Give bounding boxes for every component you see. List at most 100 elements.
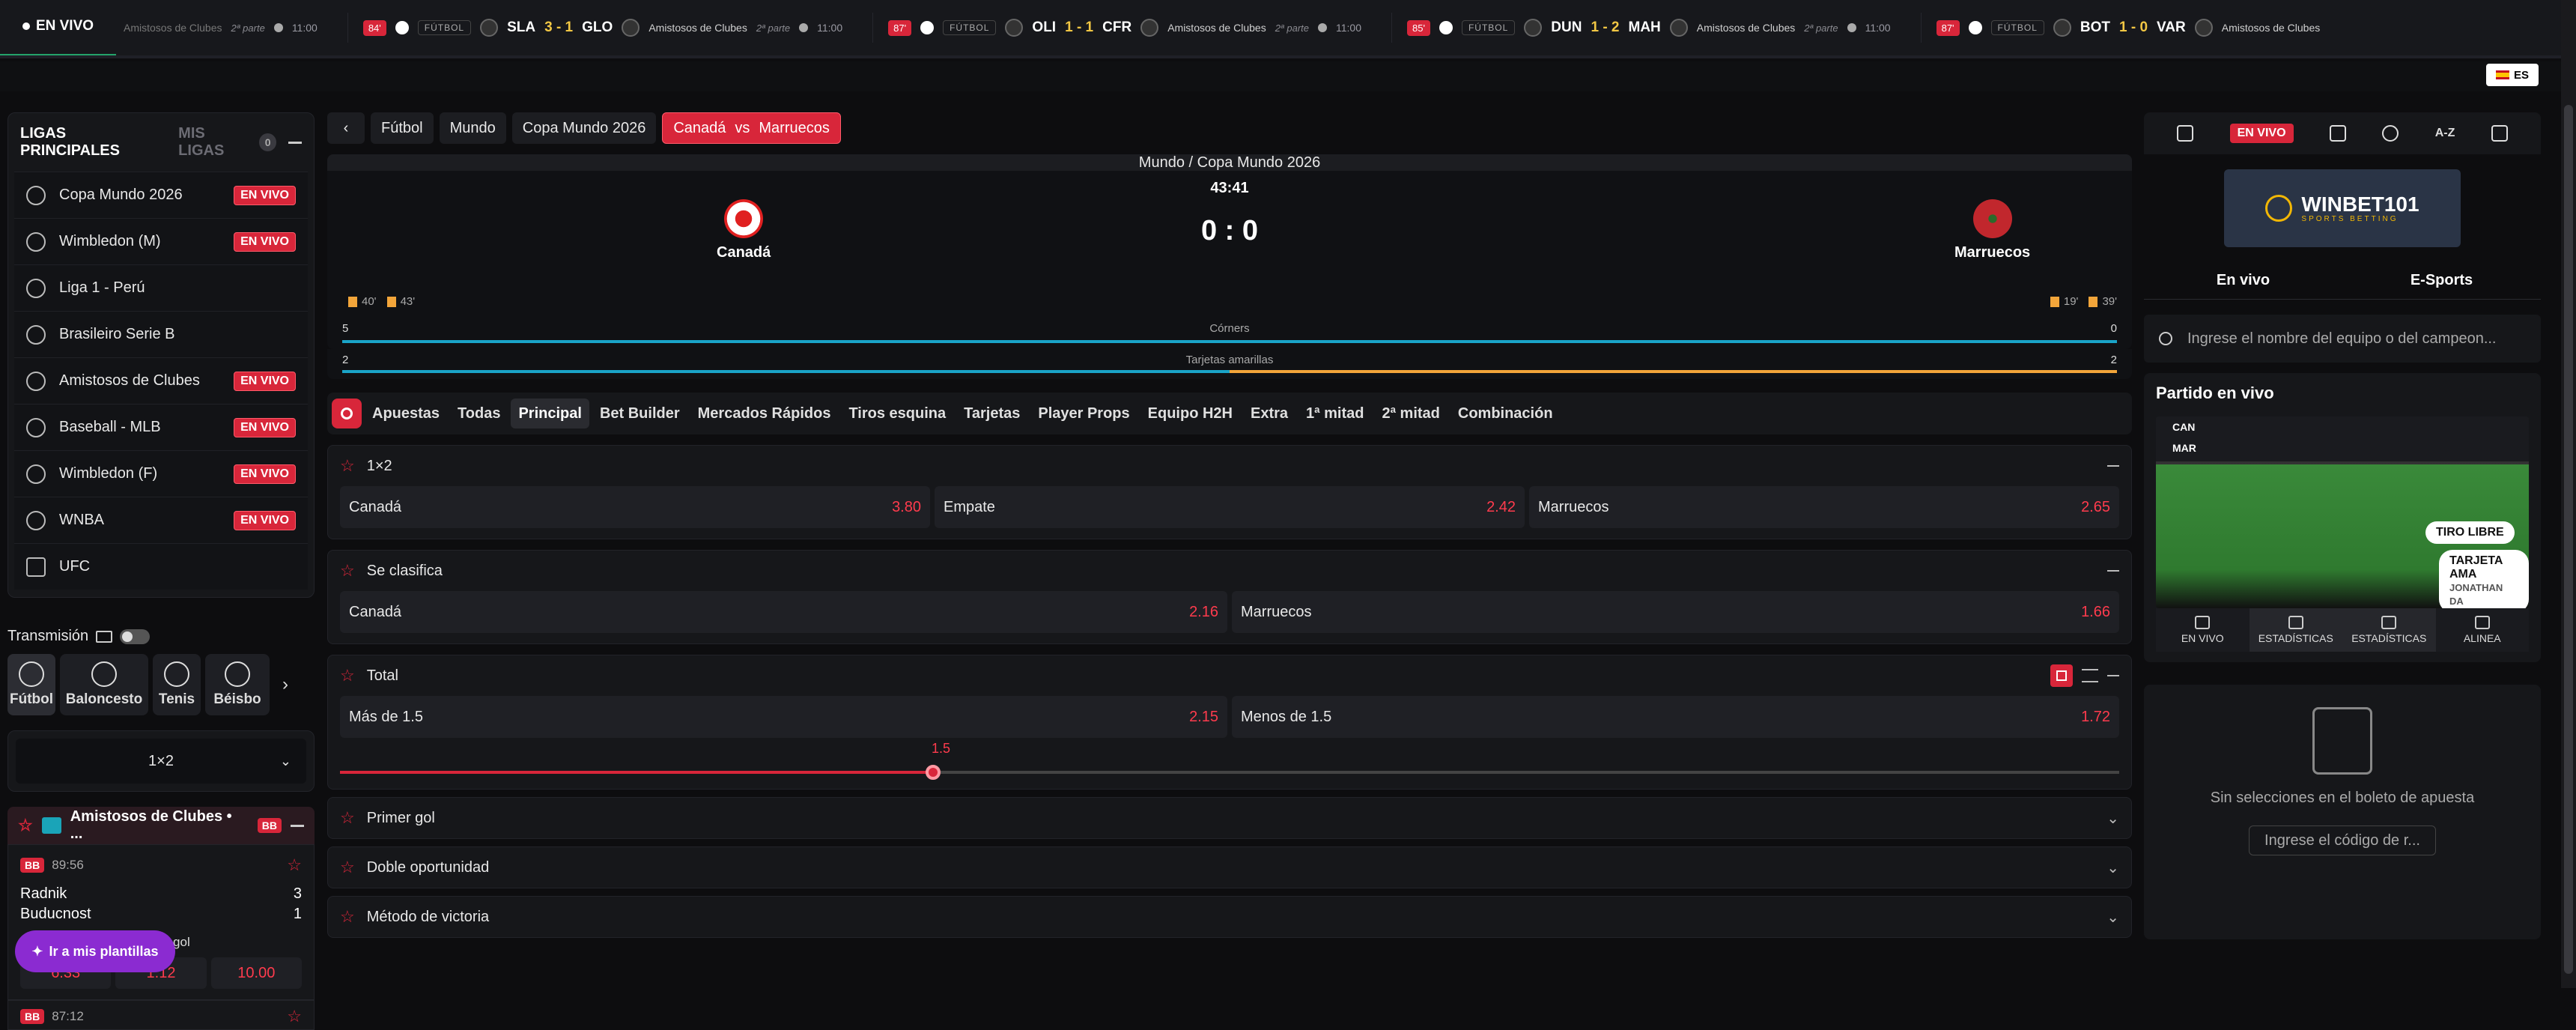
league-item[interactable]: Wimbledon (F) EN VIVO — [14, 450, 308, 497]
tab-mercados-rapidos[interactable]: Mercados Rápidos — [690, 399, 839, 428]
league-item[interactable]: Amistosos de Clubes EN VIVO — [14, 357, 308, 404]
market-header[interactable]: ☆ 1×2 — [328, 446, 2131, 486]
ticker-item[interactable]: 85' FÚTBOL DUN 1 - 2 MAH Amistosos de Cl… — [1392, 13, 1922, 43]
tab-main-leagues[interactable]: LIGAS PRINCIPALES — [20, 125, 166, 160]
ticker-item[interactable]: 87' FÚTBOL OLI 1 - 1 CFR Amistosos de Cl… — [873, 13, 1392, 43]
match-tracker[interactable]: CAN MAR TIRO LIBRE TARJETA AMA JONATHAN D… — [2156, 416, 2529, 608]
tab-player-props[interactable]: Player Props — [1030, 399, 1137, 428]
collapse-icon[interactable] — [2107, 675, 2119, 676]
odd-button[interactable]: Marruecos 2.65 — [1529, 486, 2119, 528]
breadcrumb-item[interactable]: Copa Mundo 2026 — [511, 112, 657, 144]
market-header[interactable]: ☆ Se clasifica — [328, 551, 2131, 591]
star-icon[interactable]: ☆ — [340, 666, 355, 685]
odd-button[interactable]: Canadá 3.80 — [340, 486, 930, 528]
odd-button[interactable]: Canadá 2.16 — [340, 591, 1227, 633]
league-item[interactable]: UFC — [14, 543, 308, 590]
star-icon[interactable]: ☆ — [287, 855, 302, 875]
collapse-icon[interactable] — [291, 824, 304, 827]
star-icon[interactable]: ☆ — [18, 816, 33, 835]
tab-first-half[interactable]: 1ª mitad — [1298, 399, 1371, 428]
tab-tiros-esquina[interactable]: Tiros esquina — [841, 399, 953, 428]
odd-button[interactable]: Empate 2.42 — [935, 486, 1525, 528]
my-templates-button[interactable]: ✦ Ir a mis plantillas — [15, 930, 175, 972]
collapse-icon[interactable] — [2107, 465, 2119, 467]
search-input[interactable]: Ingrese el nombre del equipo o del campe… — [2187, 330, 2497, 348]
market-primer-gol[interactable]: ☆ Primer gol ⌄ — [327, 797, 2132, 839]
live-button[interactable]: EN VIVO — [2229, 124, 2294, 143]
ticker-item[interactable]: 87' FÚTBOL BOT 1 - 0 VAR Amistosos de Cl… — [1922, 13, 2351, 43]
market-header[interactable]: ☆ Doble oportunidad ⌄ — [328, 847, 2131, 888]
transmission-toggle[interactable] — [120, 628, 151, 644]
gear-icon[interactable] — [2382, 125, 2399, 142]
odd-button[interactable]: Marruecos 1.66 — [1232, 591, 2119, 633]
collapse-icon[interactable] — [2107, 570, 2119, 572]
az-sort-button[interactable]: A-Z — [2435, 127, 2455, 140]
star-icon[interactable]: ☆ — [340, 561, 355, 581]
market-metodo-victoria[interactable]: ☆ Método de victoria ⌄ — [327, 896, 2132, 938]
tab-extra[interactable]: Extra — [1243, 399, 1295, 428]
scrollbar-thumb[interactable] — [2564, 105, 2573, 974]
star-icon[interactable]: ☆ — [340, 858, 355, 877]
odd-button[interactable]: Más de 1.5 2.15 — [340, 696, 1227, 738]
ticker-live-tab[interactable]: EN VIVO — [0, 0, 116, 55]
language-selector[interactable]: ES — [2486, 64, 2539, 86]
star-icon[interactable]: ☆ — [287, 1007, 302, 1026]
chevron-right-icon[interactable]: › — [274, 654, 297, 715]
home-icon[interactable] — [2177, 125, 2194, 142]
odd-button[interactable]: Menos de 1.5 1.72 — [1232, 696, 2119, 738]
tab-my-leagues[interactable]: MIS LIGAS 0 — [178, 125, 277, 160]
collapse-icon[interactable] — [288, 141, 302, 144]
market-header[interactable]: ☆ Total — [328, 655, 2131, 696]
video-tab-stats-2[interactable]: ESTADÍSTICAS — [2342, 608, 2436, 652]
total-line-slider[interactable]: 1.5 — [340, 741, 2119, 789]
ticker-item[interactable]: Amistosos de Clubes 2ª parte 11:00 — [116, 13, 348, 43]
market-header[interactable]: ☆ Método de victoria ⌄ — [328, 897, 2131, 937]
sliders-icon[interactable] — [2082, 669, 2098, 682]
tab-todas[interactable]: Todas — [450, 399, 508, 428]
club-friendlies-header[interactable]: ☆ Amistosos de Clubes • ... BB — [7, 807, 315, 844]
calendar-icon[interactable] — [2329, 125, 2346, 142]
league-item[interactable]: WNBA EN VIVO — [14, 497, 308, 543]
star-icon[interactable]: ☆ — [340, 808, 355, 828]
market-search-button[interactable] — [332, 399, 362, 428]
stats-icon[interactable] — [2491, 125, 2508, 142]
odd-button[interactable]: 10.00 — [210, 957, 302, 989]
match-card[interactable]: BB 87:12 ☆ — [7, 1000, 315, 1030]
league-item[interactable]: Baseball - MLB EN VIVO — [14, 404, 308, 450]
tab-second-half[interactable]: 2ª mitad — [1374, 399, 1447, 428]
sport-basketball[interactable]: Baloncesto — [60, 654, 148, 715]
breadcrumb-item[interactable]: Mundo — [439, 112, 506, 144]
league-item[interactable]: Brasileiro Serie B — [14, 311, 308, 357]
match-card[interactable]: BB89:56☆ Radnik3 Buducnost1 Quinto gol 6… — [7, 844, 315, 1000]
league-item[interactable]: Liga 1 - Perú — [14, 264, 308, 311]
market-dropdown[interactable]: 1×2 ⌄ — [16, 739, 306, 784]
team-search[interactable]: Ingrese el nombre del equipo o del campe… — [2144, 315, 2541, 363]
tab-en-vivo[interactable]: En vivo — [2144, 262, 2342, 299]
league-item[interactable]: Wimbledon (M) EN VIVO — [14, 218, 308, 264]
page-scrollbar[interactable] — [2561, 0, 2576, 988]
tab-equipo-h2h[interactable]: Equipo H2H — [1140, 399, 1240, 428]
video-tab-lineups[interactable]: ALINEA — [2436, 608, 2530, 652]
booking-code-input[interactable]: Ingrese el código de r... — [2249, 825, 2436, 855]
tab-tarjetas[interactable]: Tarjetas — [956, 399, 1027, 428]
tab-combinacion[interactable]: Combinación — [1450, 399, 1561, 428]
sport-football[interactable]: Fútbol — [7, 654, 55, 715]
tab-bet-builder[interactable]: Bet Builder — [592, 399, 687, 428]
grid-view-button[interactable] — [2050, 664, 2073, 687]
sport-baseball[interactable]: Béisbo — [205, 654, 270, 715]
breadcrumb-item[interactable]: Fútbol — [371, 112, 434, 144]
league-item[interactable]: Copa Mundo 2026 EN VIVO — [14, 172, 308, 218]
ticker-item[interactable]: 84' FÚTBOL SLA 3 - 1 GLO Amistosos de Cl… — [348, 13, 874, 43]
chevron-down-icon[interactable]: ⌄ — [2106, 809, 2119, 828]
star-icon[interactable]: ☆ — [340, 456, 355, 476]
slider-handle[interactable] — [926, 765, 941, 780]
tab-esports[interactable]: E-Sports — [2342, 262, 2541, 299]
tab-apuestas[interactable]: Apuestas — [365, 399, 447, 428]
tab-principal[interactable]: Principal — [511, 399, 589, 428]
market-header[interactable]: ☆ Primer gol ⌄ — [328, 798, 2131, 838]
breadcrumb-current-match[interactable]: Canadá vs Marruecos — [662, 112, 841, 144]
chevron-down-icon[interactable]: ⌄ — [2106, 858, 2119, 877]
back-button[interactable]: ‹ — [327, 112, 365, 144]
video-tab-stats[interactable]: ESTADÍSTICAS — [2249, 608, 2342, 652]
market-doble-oportunidad[interactable]: ☆ Doble oportunidad ⌄ — [327, 846, 2132, 888]
